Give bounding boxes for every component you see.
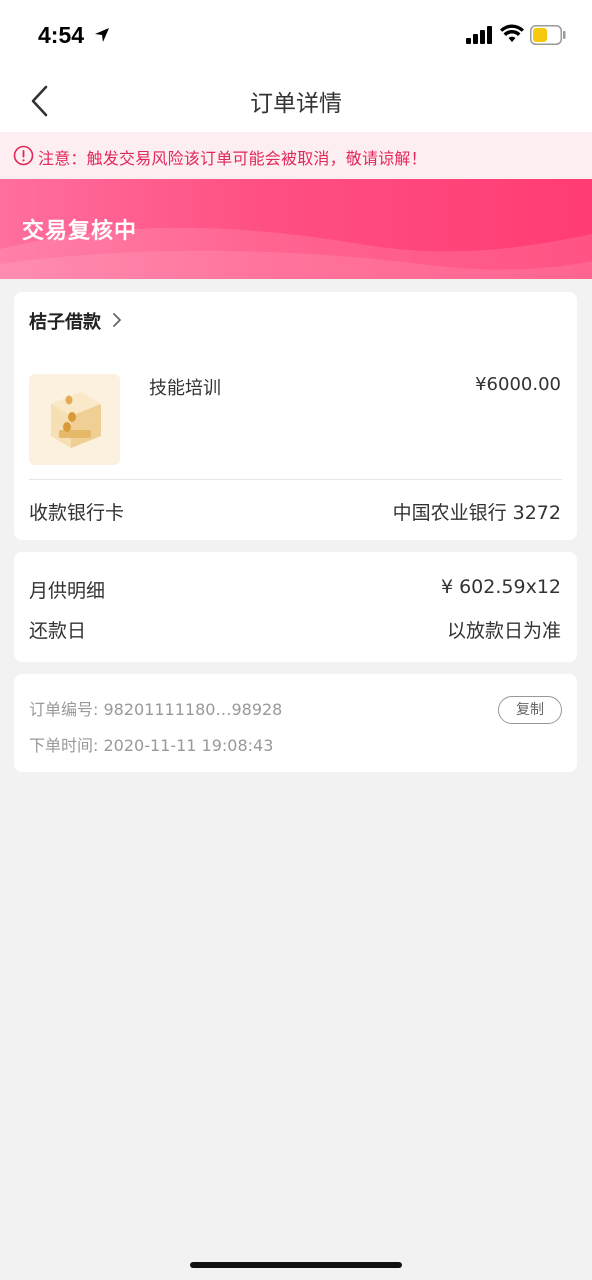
- product-name: 技能培训: [149, 378, 221, 399]
- alert-circle-icon: [13, 145, 34, 166]
- order-status-banner: 交易复核中: [0, 179, 592, 279]
- order-time: 下单时间: 2020-11-11 19:08:43: [29, 736, 274, 755]
- order-status-text: 交易复核中: [22, 219, 138, 244]
- product-price: ¥6000.00: [475, 374, 561, 395]
- page-title: 订单详情: [250, 91, 342, 117]
- cellular-signal-icon: [466, 26, 492, 44]
- repayment-date-label: 还款日: [29, 620, 87, 642]
- bank-card-label: 收款银行卡: [29, 502, 125, 524]
- product-thumbnail: [29, 374, 120, 465]
- notice-text: 注意：触发交易风险该订单可能会被取消，敬请谅解！: [38, 149, 427, 168]
- monthly-payment-label: 月供明细: [29, 580, 106, 602]
- repayment-date-value: 以放款日为准: [446, 620, 561, 642]
- repayment-card: 月供明细 ¥ 602.59x12 还款日 以放款日为准: [14, 552, 577, 662]
- home-indicator[interactable]: [190, 1262, 402, 1268]
- location-arrow-icon: [95, 28, 109, 42]
- chevron-right-icon[interactable]: [111, 312, 123, 328]
- bank-card-value: 中国农业银行 3272: [392, 502, 561, 524]
- status-time: 4:54: [38, 22, 85, 48]
- status-bar: 4:54: [0, 0, 592, 70]
- merchant-name[interactable]: 桔子借款: [29, 308, 101, 334]
- risk-notice: 注意：触发交易风险该订单可能会被取消，敬请谅解！: [0, 132, 592, 179]
- copy-button[interactable]: 复制: [498, 696, 562, 724]
- nav-bar: 订单详情: [0, 70, 592, 132]
- order-meta-card: 订单编号: 98201111180…98928 下单时间: 2020-11-11…: [14, 674, 577, 772]
- order-number: 订单编号: 98201111180…98928: [29, 700, 283, 719]
- wifi-icon: [500, 24, 524, 42]
- battery-icon: [530, 25, 566, 45]
- order-item-card: 桔子借款 技能培训 ¥6000.00 收款银行卡 中国农业银行 3272: [14, 292, 577, 540]
- divider: [29, 479, 562, 480]
- monthly-payment-value: ¥ 602.59x12: [440, 576, 561, 598]
